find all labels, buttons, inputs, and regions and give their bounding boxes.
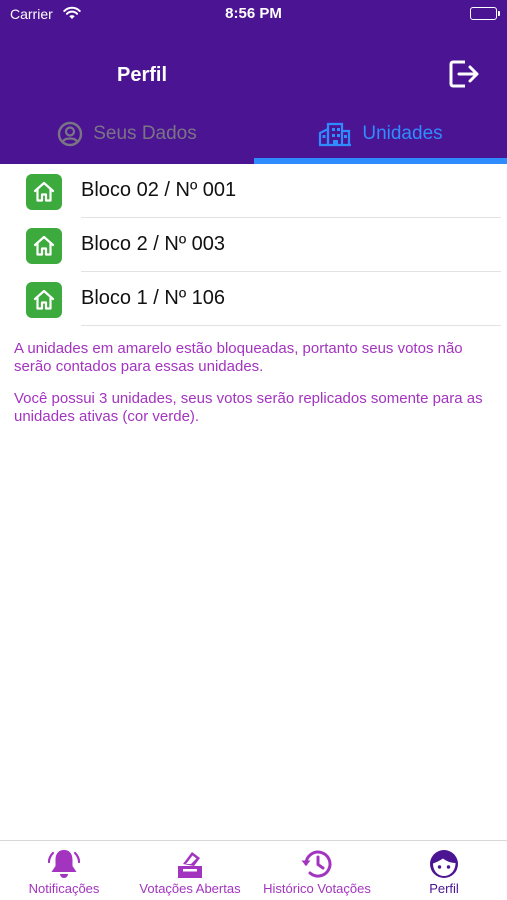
tab-seus-dados-label: Seus Dados [93,123,197,144]
status-time: 8:56 PM [225,5,282,22]
tab-unidades-label: Unidades [362,123,443,144]
logout-icon [449,60,479,88]
unit-row[interactable]: Bloco 1 / Nº 106 [0,272,507,326]
unit-status-badge [26,282,62,318]
blocked-units-note: A unidades em amarelo estão bloqueadas, … [14,340,463,375]
units-summary-note: Você possui 3 unidades, seus votos serão… [14,390,483,425]
tabbar-item-votacoes-abertas[interactable]: Votações Abertas [128,841,252,900]
unit-label: Bloco 02 / Nº 001 [81,179,237,201]
page-title: Perfil [117,64,168,86]
unit-label: Bloco 2 / Nº 003 [81,233,226,255]
unit-list: Bloco 02 / Nº 001 Bloco 2 / Nº 003 Bloco… [0,164,507,326]
user-circle-icon [58,121,83,147]
unit-label: Bloco 1 / Nº 106 [81,287,226,309]
home-icon [33,181,55,202]
home-icon [33,289,55,310]
tabbar-label: Histórico Votações [263,881,371,896]
app-header: Carrier 8:56 PM Perfil Seus Dados Unidad… [0,0,507,164]
bell-icon [47,850,81,878]
history-icon [301,850,332,878]
tabbar-label: Votações Abertas [139,881,241,896]
unit-status-badge [26,228,62,264]
bottom-tab-bar: Notificações Votações Abertas Histórico … [0,840,507,900]
row-divider [81,325,501,326]
home-icon [33,235,55,256]
building-icon [319,122,352,147]
unit-status-badge [26,174,62,210]
tabbar-item-perfil[interactable]: Perfil [404,841,484,900]
tabbar-label: Perfil [429,881,459,896]
logout-button[interactable] [446,56,482,92]
profile-face-icon [430,850,458,878]
tabbar-item-historico-votacoes[interactable]: Histórico Votações [254,841,380,900]
unit-row[interactable]: Bloco 02 / Nº 001 [0,164,507,218]
tabbar-item-notificacoes[interactable]: Notificações [14,841,114,900]
ballot-box-icon [178,852,202,878]
tab-seus-dados[interactable]: Seus Dados [0,112,254,156]
tabbar-label: Notificações [28,881,100,896]
units-info-notes: A unidades em amarelo estão bloqueadas, … [14,340,499,426]
status-bar: Carrier 8:56 PM [0,0,507,30]
tab-unidades[interactable]: Unidades [254,112,507,156]
unit-row[interactable]: Bloco 2 / Nº 003 [0,218,507,272]
battery-icon [470,7,500,20]
